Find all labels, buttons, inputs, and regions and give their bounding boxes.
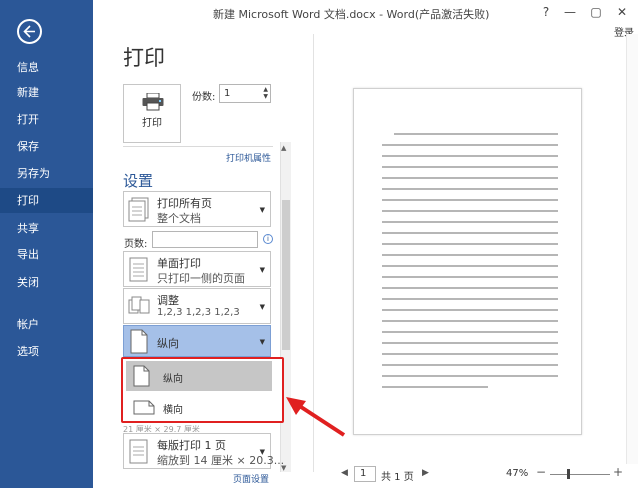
orientation-option-portrait[interactable]: 纵向 (126, 361, 272, 391)
nav-item-options[interactable]: 选项 (0, 339, 93, 364)
printer-separator (123, 146, 273, 147)
print-preview-page (353, 88, 582, 435)
collate-pages-icon (128, 296, 150, 314)
collate-dropdown[interactable]: 调整 1,2,3 1,2,3 1,2,3 ▼ (123, 288, 271, 324)
minimize-button[interactable]: — (562, 4, 578, 20)
annotation-arrow-icon (286, 397, 346, 437)
document-pages-icon (128, 197, 149, 222)
print-range-sub: 整个文档 (157, 212, 201, 225)
paper-size-partial: 21 厘米 × 29.7 厘米 (123, 425, 200, 432)
nav-item-close[interactable]: 关闭 (0, 270, 93, 295)
close-window-button[interactable]: ✕ (614, 4, 630, 20)
single-side-page-icon (129, 257, 148, 282)
page-setup-link[interactable]: 页面设置 (233, 472, 269, 485)
zoom-slider[interactable] (550, 474, 610, 475)
print-button-label: 打印 (142, 118, 162, 129)
help-button[interactable]: ? (538, 4, 554, 20)
window-title: 新建 Microsoft Word 文档.docx - Word(产品激活失败) (213, 8, 490, 21)
pages-per-sheet-dropdown[interactable]: 每版打印 1 页 缩放到 14 厘米 × 20.3... ▼ (123, 433, 284, 469)
orientation-label: 纵向 (157, 337, 179, 350)
sides-label: 单面打印 (157, 257, 201, 270)
nav-item-open[interactable]: 打开 (0, 107, 93, 132)
portrait-page-icon (130, 329, 148, 354)
page-total: 共 1 页 (381, 472, 414, 483)
scroll-up-icon[interactable]: ▲ (281, 144, 286, 152)
nav-item-account[interactable]: 帐户 (0, 312, 93, 337)
sides-sub: 只打印一侧的页面 (157, 272, 245, 285)
backstage-nav: 信息 新建 打开 保存 另存为 打印 共享 导出 关闭 帐户 选项 (0, 0, 93, 488)
nav-item-save-as[interactable]: 另存为 (0, 161, 93, 186)
orientation-popup: 纵向 横向 (121, 357, 284, 423)
spinner-arrows-icon[interactable]: ▲ ▼ (263, 86, 268, 100)
portrait-label: 纵向 (163, 374, 183, 385)
collate-sub: 1,2,3 1,2,3 1,2,3 (157, 307, 240, 318)
info-icon[interactable]: i (263, 234, 273, 244)
nav-item-info[interactable]: 信息 (0, 55, 93, 80)
preview-status-bar: ◀ 1 共 1 页 ▶ 47% − + (314, 464, 640, 488)
pages-per-sheet-sub: 缩放到 14 厘米 × 20.3... (157, 454, 285, 467)
pages-input[interactable] (152, 231, 258, 248)
print-button[interactable]: 打印 (123, 84, 181, 143)
page-icon (129, 439, 148, 464)
zoom-level: 47% (506, 468, 529, 479)
pages-label: 页数: (124, 239, 148, 250)
orientation-dropdown[interactable]: 纵向 ▼ (123, 325, 271, 357)
zoom-out-icon[interactable]: − (536, 465, 546, 479)
copies-value: 1 (224, 88, 231, 99)
copies-label: 份数: (192, 92, 216, 103)
page-number-input[interactable]: 1 (354, 466, 376, 482)
preview-scrollbar[interactable] (626, 34, 638, 464)
next-page-icon[interactable]: ▶ (422, 468, 429, 478)
chevron-down-icon: ▼ (259, 338, 265, 346)
nav-item-share[interactable]: 共享 (0, 216, 93, 241)
back-arrow-icon (23, 25, 35, 38)
collate-label: 调整 (157, 294, 179, 307)
nav-item-print[interactable]: 打印 (0, 188, 93, 213)
printer-properties-link[interactable]: 打印机属性 (226, 151, 271, 164)
previous-page-icon[interactable]: ◀ (341, 468, 348, 478)
nav-item-new[interactable]: 新建 (0, 80, 93, 105)
page-title: 打印 (123, 46, 165, 70)
zoom-in-icon[interactable]: + (613, 465, 623, 479)
settings-scrollbar-thumb[interactable] (282, 200, 290, 350)
chevron-down-icon: ▼ (259, 448, 265, 456)
nav-item-save[interactable]: 保存 (0, 134, 93, 159)
back-button[interactable] (17, 19, 42, 44)
portrait-page-icon (133, 365, 150, 387)
orientation-option-landscape[interactable]: 横向 (126, 392, 272, 422)
copies-stepper[interactable]: 1 ▲ ▼ (219, 84, 271, 103)
settings-heading: 设置 (123, 172, 154, 190)
print-range-dropdown[interactable]: 打印所有页 整个文档 ▼ (123, 191, 271, 227)
maximize-button[interactable]: ▢ (588, 4, 604, 20)
sides-dropdown[interactable]: 单面打印 只打印一侧的页面 ▼ (123, 251, 271, 287)
title-bar: 新建 Microsoft Word 文档.docx - Word(产品激活失败)… (93, 0, 640, 28)
print-range-label: 打印所有页 (157, 197, 212, 210)
chevron-down-icon: ▼ (259, 303, 265, 311)
nav-item-export[interactable]: 导出 (0, 242, 93, 267)
chevron-down-icon: ▼ (259, 206, 265, 214)
landscape-label: 横向 (163, 405, 183, 416)
chevron-down-icon: ▼ (259, 266, 265, 274)
pages-per-sheet-label: 每版打印 1 页 (157, 439, 226, 452)
printer-icon (142, 93, 164, 111)
preview-text-block (382, 133, 558, 397)
zoom-slider-thumb[interactable] (567, 469, 570, 479)
landscape-page-icon (133, 400, 155, 415)
